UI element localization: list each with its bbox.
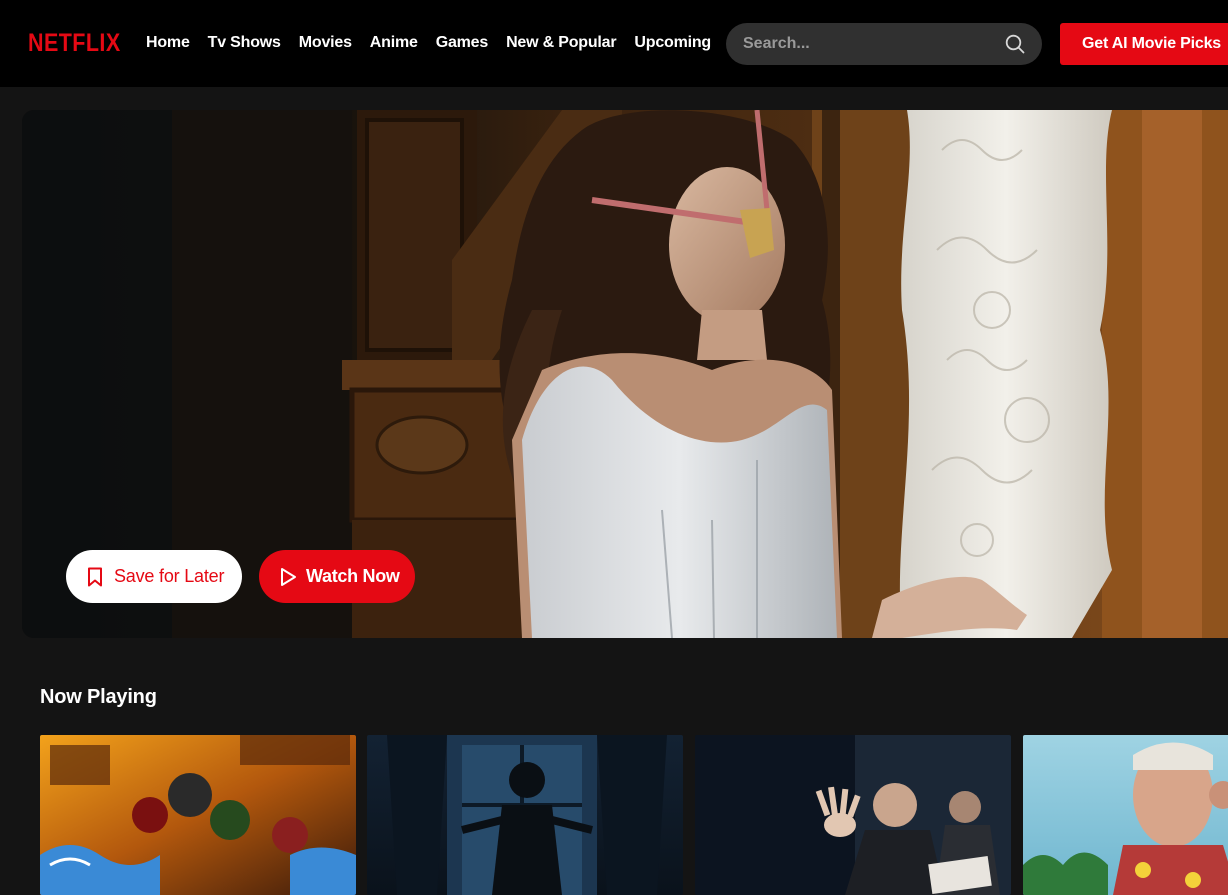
search-input[interactable]: [726, 23, 996, 65]
save-for-later-button[interactable]: Save for Later: [66, 550, 242, 603]
netflix-logo[interactable]: NETFLIX: [28, 28, 121, 58]
nav-movies[interactable]: Movies: [299, 32, 352, 54]
nav-upcoming[interactable]: Upcoming: [634, 32, 711, 54]
movie-poster-image: [367, 735, 683, 895]
main-nav: Home Tv Shows Movies Anime Games New & P…: [146, 32, 729, 54]
top-navbar: NETFLIX Home Tv Shows Movies Anime Games…: [0, 0, 1228, 87]
movie-card[interactable]: [40, 735, 356, 895]
watch-now-label: Watch Now: [306, 566, 400, 586]
movie-card[interactable]: [695, 735, 1011, 895]
bookmark-icon: [88, 567, 102, 586]
nav-anime[interactable]: Anime: [370, 32, 418, 54]
movie-poster-image: [40, 735, 356, 895]
nav-home[interactable]: Home: [146, 32, 190, 54]
movie-poster-image: [695, 735, 1011, 895]
nav-new-popular[interactable]: New & Popular: [506, 32, 617, 54]
nav-games[interactable]: Games: [436, 32, 489, 54]
movie-card[interactable]: [367, 735, 683, 895]
search-bar: [726, 23, 1042, 65]
movie-card[interactable]: [1023, 735, 1228, 895]
now-playing-title: Now Playing: [40, 686, 157, 708]
play-icon: [281, 567, 296, 586]
watch-now-button[interactable]: Watch Now: [259, 550, 415, 603]
save-for-later-label: Save for Later: [114, 566, 225, 586]
search-icon[interactable]: [1005, 34, 1025, 54]
get-ai-picks-button[interactable]: Get AI Movie Picks: [1060, 23, 1228, 65]
hero-banner: Save for Later Watch Now: [22, 110, 1228, 638]
movie-poster-image: [1023, 735, 1228, 895]
nav-tv-shows[interactable]: Tv Shows: [208, 32, 281, 54]
